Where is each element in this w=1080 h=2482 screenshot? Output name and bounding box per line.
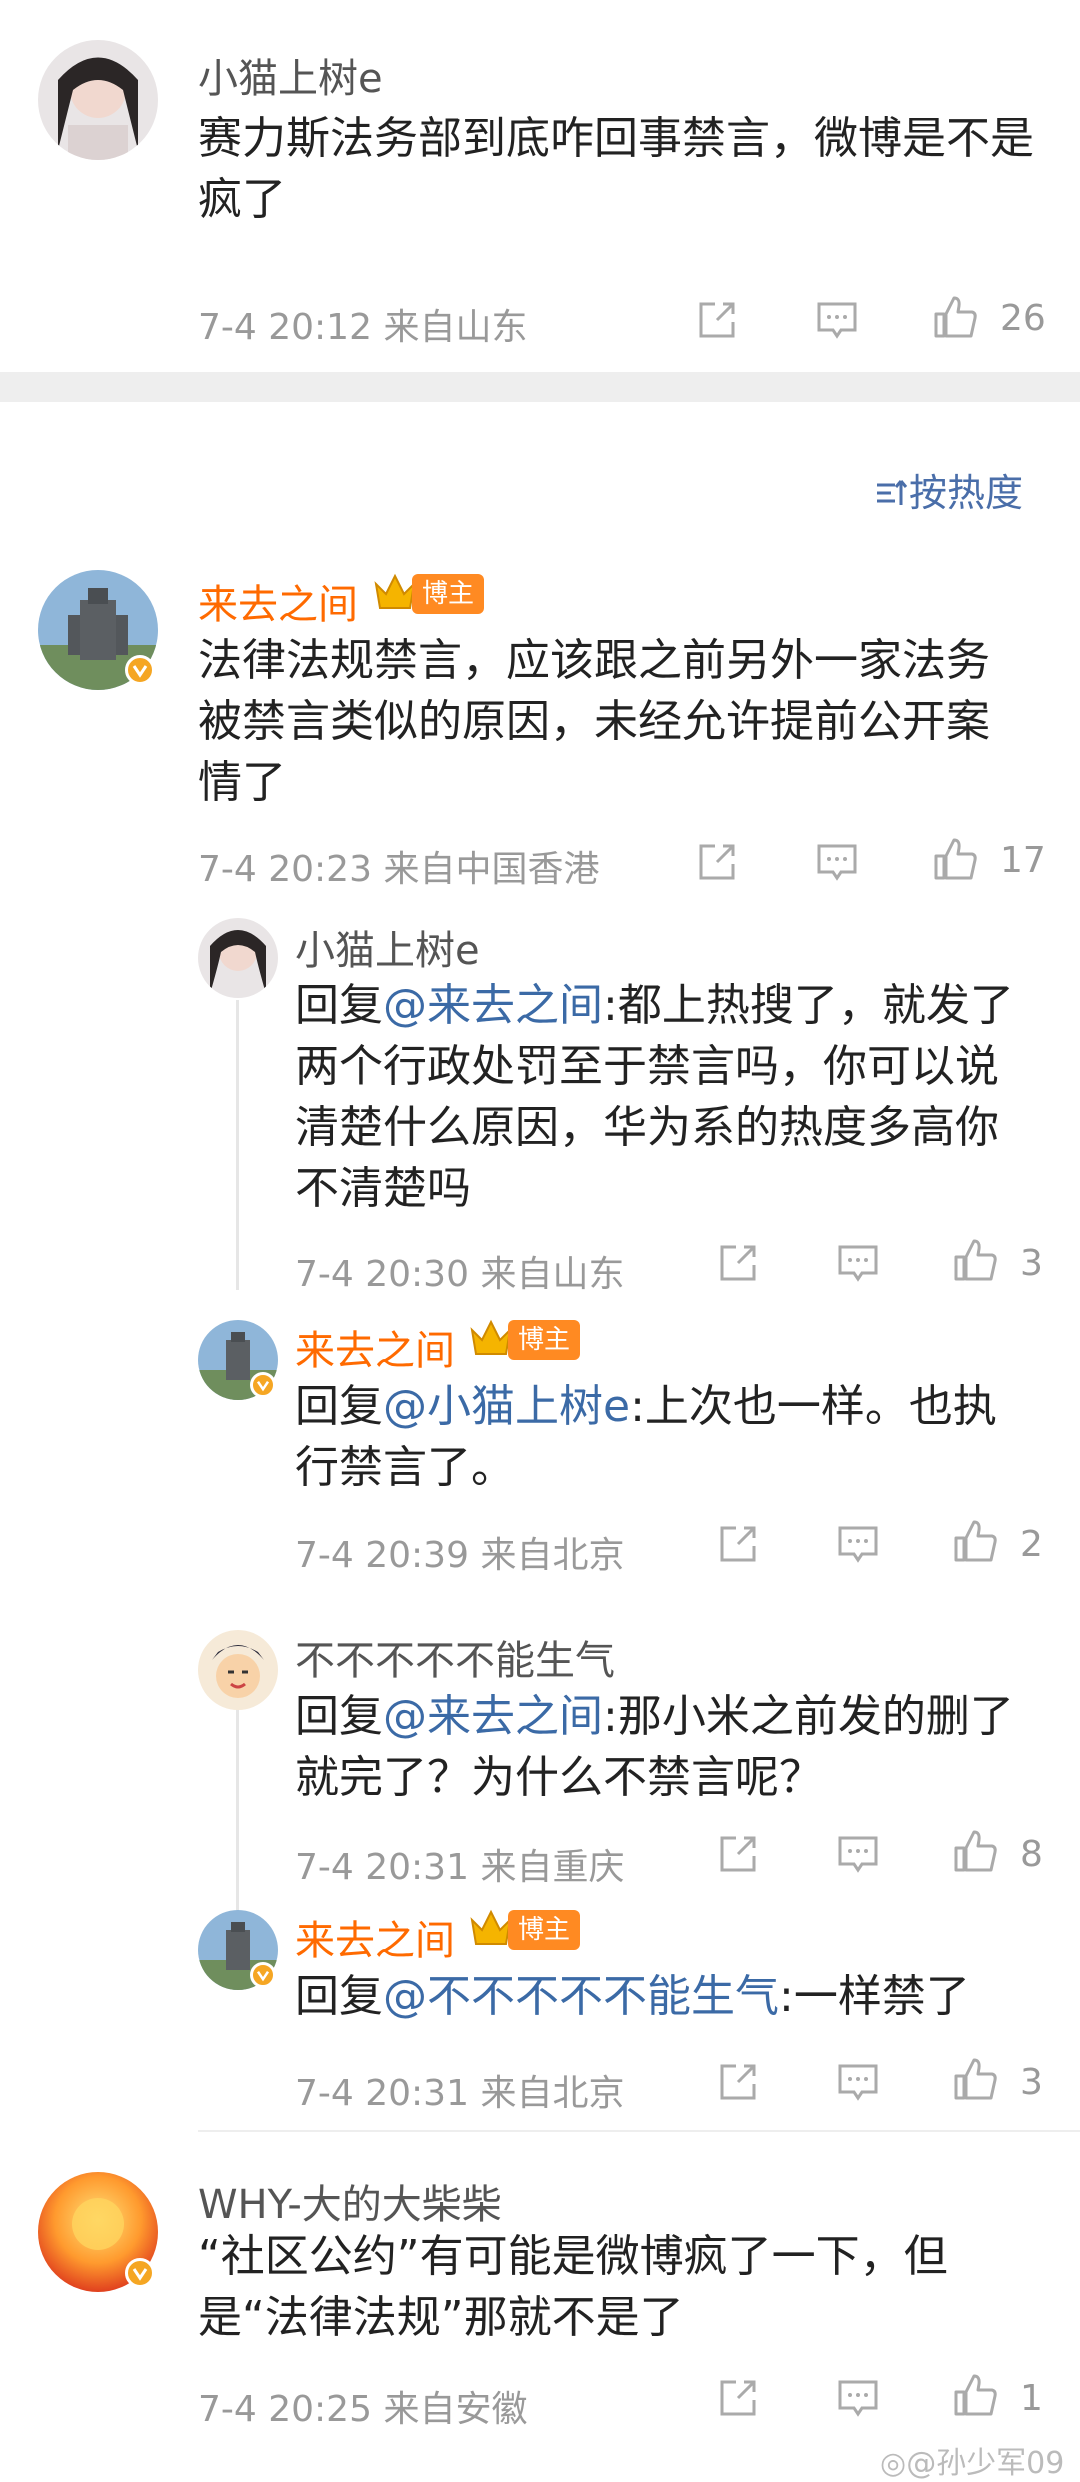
- comment-icon[interactable]: [815, 840, 859, 888]
- watermark: ◎@孙少军09: [880, 2446, 1065, 2481]
- verified-badge-icon: [125, 655, 155, 685]
- like-icon[interactable]: [952, 1237, 1000, 1289]
- like-count: 3: [1020, 1243, 1043, 1284]
- reply-text: 回复@小猫上树e:上次也一样。也执行禁言了。: [295, 1381, 997, 1493]
- separator: [198, 2130, 1080, 2132]
- reply-time: 7-4 20:31 来自北京: [295, 2073, 625, 2114]
- comment-author[interactable]: 小猫上树e: [198, 46, 383, 104]
- reply-author[interactable]: 来去之间: [295, 1908, 455, 1966]
- share-icon[interactable]: [716, 2376, 760, 2424]
- reply-time: 7-4 20:39 来自北京: [295, 1535, 625, 1576]
- comment-author[interactable]: 来去之间: [198, 572, 358, 630]
- like-count: 2: [1020, 1524, 1043, 1565]
- like-count: 3: [1020, 2062, 1043, 2103]
- mention-link[interactable]: @来去之间: [383, 1691, 603, 1742]
- comment-icon[interactable]: [836, 1522, 880, 1570]
- sort-icon: [877, 480, 908, 505]
- reply-author[interactable]: 小猫上树e: [295, 918, 480, 976]
- thread-line: [236, 1000, 239, 1290]
- share-icon[interactable]: [716, 1522, 760, 1570]
- comment-icon[interactable]: [815, 298, 859, 346]
- like-icon[interactable]: [952, 2372, 1000, 2424]
- share-icon[interactable]: [695, 298, 739, 346]
- like-icon[interactable]: [952, 1828, 1000, 1880]
- reply-time: 7-4 20:30 来自山东: [295, 1254, 625, 1295]
- reply-time: 7-4 20:31 来自重庆: [295, 1847, 625, 1888]
- reply-text: 回复@来去之间:都上热搜了，就发了两个行政处罚至于禁言吗，你可以说清楚什么原因，…: [295, 980, 1014, 1214]
- avatar[interactable]: [198, 918, 278, 998]
- blogger-badge: 博主: [508, 1320, 581, 1360]
- like-icon[interactable]: [952, 1518, 1000, 1570]
- like-count: 26: [1000, 298, 1046, 339]
- reply-text: 回复@不不不不不能生气:一样禁了: [295, 1971, 970, 2022]
- mention-link[interactable]: @小猫上树e: [383, 1381, 630, 1432]
- share-icon[interactable]: [695, 840, 739, 888]
- like-count: 8: [1020, 1834, 1043, 1875]
- comment-time: 7-4 20:23 来自中国香港: [198, 849, 600, 890]
- like-count: 1: [1020, 2378, 1043, 2419]
- sort-toggle[interactable]: 按热度: [875, 462, 1023, 517]
- reply-text: 回复@来去之间:那小米之前发的删了就完了？为什么不禁言呢？: [295, 1691, 1014, 1803]
- comment-icon[interactable]: [836, 2060, 880, 2108]
- share-icon[interactable]: [716, 1241, 760, 1289]
- avatar[interactable]: [198, 1630, 278, 1710]
- verified-badge-icon: [125, 2258, 155, 2288]
- weibo-logo-icon: ◎: [880, 2446, 907, 2481]
- share-icon[interactable]: [716, 1832, 760, 1880]
- share-icon[interactable]: [716, 2060, 760, 2108]
- like-count: 17: [1000, 840, 1046, 881]
- comment-time: 7-4 20:12 来自山东: [198, 307, 528, 348]
- blogger-badge: 博主: [412, 574, 485, 614]
- avatar[interactable]: [38, 40, 158, 160]
- verified-badge-icon: [250, 1372, 276, 1398]
- mention-link[interactable]: @来去之间: [383, 980, 603, 1031]
- verified-badge-icon: [250, 1962, 276, 1988]
- like-icon[interactable]: [932, 294, 980, 346]
- comment-text: “社区公约”有可能是微博疯了一下，但是“法律法规”那就不是了: [198, 2231, 948, 2343]
- comment-icon[interactable]: [836, 2376, 880, 2424]
- comment-author[interactable]: WHY-大的大柴柴: [198, 2172, 502, 2230]
- comment-text: 法律法规禁言，应该跟之前另外一家法务被禁言类似的原因，未经允许提前公开案情了: [198, 635, 990, 808]
- mention-link[interactable]: @不不不不不能生气: [383, 1971, 779, 2022]
- like-icon[interactable]: [952, 2056, 1000, 2108]
- thread-line: [236, 1700, 239, 1920]
- comment-icon[interactable]: [836, 1241, 880, 1289]
- comment-time: 7-4 20:25 来自安徽: [198, 2389, 528, 2430]
- section-divider: [0, 372, 1080, 402]
- comment-text: 赛力斯法务部到底咋回事禁言，微博是不是疯了: [198, 113, 1034, 225]
- comment-icon[interactable]: [836, 1832, 880, 1880]
- like-icon[interactable]: [932, 836, 980, 888]
- reply-author[interactable]: 不不不不不能生气: [295, 1628, 615, 1686]
- blogger-badge: 博主: [508, 1910, 581, 1950]
- reply-author[interactable]: 来去之间: [295, 1318, 455, 1376]
